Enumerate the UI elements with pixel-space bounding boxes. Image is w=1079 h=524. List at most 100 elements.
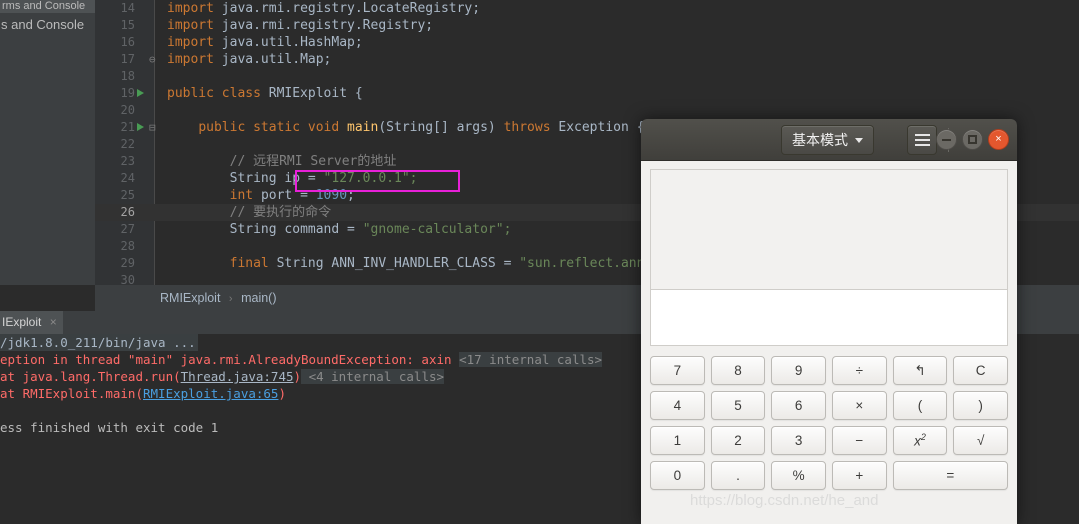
key-clear[interactable]: C bbox=[953, 356, 1008, 385]
code-line[interactable]: 18 bbox=[95, 68, 1079, 85]
line-number: 28 bbox=[120, 239, 135, 253]
code-token: java.util.Map; bbox=[221, 52, 332, 67]
code-token: // 要执行的命令 bbox=[167, 205, 332, 220]
code-line[interactable]: 20 bbox=[95, 102, 1079, 119]
key-undo[interactable]: ↰ bbox=[892, 356, 948, 385]
key-7[interactable]: 7 bbox=[650, 356, 705, 385]
key-1[interactable]: 1 bbox=[650, 426, 705, 455]
key-label: % bbox=[792, 468, 805, 483]
key-0[interactable]: 0 bbox=[650, 461, 705, 490]
mode-label: 基本模式 bbox=[792, 132, 848, 148]
run-arrow-icon[interactable] bbox=[137, 89, 144, 97]
minimize-button[interactable] bbox=[936, 129, 957, 150]
close-button[interactable]: × bbox=[988, 129, 1009, 150]
key-percent[interactable]: % bbox=[771, 461, 826, 490]
key-paren-open[interactable]: ( bbox=[892, 391, 948, 420]
code-line[interactable]: 16 import java.util.HashMap; bbox=[95, 34, 1079, 51]
key-add[interactable]: + bbox=[832, 461, 887, 490]
key-label: 6 bbox=[794, 398, 803, 413]
line-number: 21 bbox=[120, 120, 135, 134]
fold-toggle-icon[interactable]: ⊖ bbox=[149, 54, 156, 65]
key-label: 8 bbox=[734, 363, 742, 378]
code-token: import bbox=[167, 35, 222, 50]
fold-toggle-icon[interactable]: ⊟ bbox=[149, 122, 156, 133]
tool-panel: rms and Console s and Console bbox=[0, 0, 95, 285]
line-number: 24 bbox=[120, 171, 135, 185]
key-8[interactable]: 8 bbox=[710, 356, 766, 385]
key-label: ÷ bbox=[855, 363, 864, 378]
close-icon: × bbox=[995, 133, 1002, 145]
line-number: 19 bbox=[120, 86, 135, 100]
code-line[interactable]: 19 public class RMIExploit { bbox=[95, 85, 1079, 102]
key-subtract[interactable]: − bbox=[832, 426, 887, 455]
stacktrace-link[interactable]: RMIExploit.java:65 bbox=[143, 386, 278, 401]
key-label: √ bbox=[976, 433, 985, 448]
tool-panel-subtitle: s and Console bbox=[1, 17, 85, 32]
hamburger-icon-bar bbox=[914, 134, 930, 136]
key-2[interactable]: 2 bbox=[710, 426, 766, 455]
code-line[interactable]: 15 import java.rmi.registry.Registry; bbox=[95, 17, 1079, 34]
code-text: // 要执行的命令 bbox=[167, 204, 331, 221]
run-arrow-icon[interactable] bbox=[137, 123, 144, 131]
key-label: − bbox=[855, 433, 864, 448]
console-error-text: ) bbox=[293, 369, 302, 384]
key-3[interactable]: 3 bbox=[771, 426, 826, 455]
key-multiply[interactable]: × bbox=[832, 391, 887, 420]
key-label: 2 bbox=[734, 433, 742, 448]
console-error-text: ) bbox=[278, 386, 286, 401]
key-label: 9 bbox=[794, 363, 803, 378]
key-label: ↰ bbox=[914, 362, 926, 378]
maximize-button[interactable] bbox=[962, 129, 983, 150]
key-divide[interactable]: ÷ bbox=[832, 356, 887, 385]
internal-calls-chip[interactable]: <4 internal calls> bbox=[301, 369, 445, 384]
code-token: "gnome-calculator"; bbox=[362, 222, 512, 237]
code-line[interactable]: 17 ⊖ import java.util.Map; bbox=[95, 51, 1079, 68]
code-token: import bbox=[167, 18, 222, 33]
console-error-text: at java.lang.Thread.run( bbox=[0, 369, 181, 384]
breadcrumb-separator: › bbox=[228, 293, 233, 305]
line-number: 25 bbox=[120, 188, 135, 202]
key-4[interactable]: 4 bbox=[650, 391, 705, 420]
code-token: 1090 bbox=[315, 188, 348, 203]
line-number: 22 bbox=[120, 137, 135, 151]
line-number: 29 bbox=[120, 256, 135, 270]
code-line[interactable]: 14 import java.rmi.registry.LocateRegistr… bbox=[95, 0, 1079, 17]
key-equals[interactable]: = bbox=[892, 461, 1008, 490]
run-tab-rmiexploit[interactable]: IExploit × bbox=[0, 311, 63, 334]
key-sqrt[interactable]: √ bbox=[953, 426, 1008, 455]
calculator-titlebar[interactable]: 基本模式 × bbox=[641, 119, 1017, 161]
breadcrumb-class[interactable]: RMIExploit bbox=[160, 291, 220, 305]
code-text: String command = "gnome-calculator"; bbox=[167, 221, 512, 238]
key-label: = bbox=[946, 468, 955, 483]
key-6[interactable]: 6 bbox=[771, 391, 826, 420]
code-text: String ip = "127.0.0.1"; bbox=[167, 170, 418, 187]
window-controls: × bbox=[936, 129, 1009, 150]
calculator-entry-field[interactable] bbox=[650, 289, 1008, 346]
hamburger-menu-button[interactable] bbox=[907, 125, 937, 155]
line-number: 15 bbox=[120, 18, 135, 32]
line-number: 23 bbox=[120, 154, 135, 168]
key-square[interactable]: x2 bbox=[892, 426, 948, 455]
close-icon[interactable]: × bbox=[45, 315, 57, 329]
code-text: public class RMIExploit { bbox=[167, 85, 363, 102]
code-token: java.util.HashMap; bbox=[221, 35, 363, 50]
internal-calls-chip[interactable]: <17 internal calls> bbox=[459, 352, 603, 367]
key-5[interactable]: 5 bbox=[710, 391, 766, 420]
stacktrace-link[interactable]: Thread.java:745 bbox=[181, 369, 294, 384]
key-9[interactable]: 9 bbox=[771, 356, 826, 385]
key-decimal[interactable]: . bbox=[710, 461, 766, 490]
code-text: int port = 1090; bbox=[167, 187, 355, 204]
calculator-window[interactable]: 基本模式 × 7 8 9 ÷ ↰ C 4 5 6 × () 1 2 3 − x2 √ 0.% + = bbox=[641, 119, 1017, 524]
console-error-text: at RMIExploit.main( bbox=[0, 386, 143, 401]
code-token: RMIExploit bbox=[268, 86, 355, 101]
key-label: . bbox=[736, 468, 740, 483]
code-token: (String[] args) bbox=[378, 120, 504, 135]
key-paren-close[interactable]: ) bbox=[953, 391, 1008, 420]
key-label: 7 bbox=[673, 363, 682, 378]
calculator-keypad[interactable]: 7 8 9 ÷ ↰ C 4 5 6 × () 1 2 3 − x2 √ 0.% + = bbox=[650, 356, 1008, 490]
mode-selector-button[interactable]: 基本模式 bbox=[781, 125, 874, 155]
breadcrumb-method[interactable]: main() bbox=[241, 291, 276, 305]
